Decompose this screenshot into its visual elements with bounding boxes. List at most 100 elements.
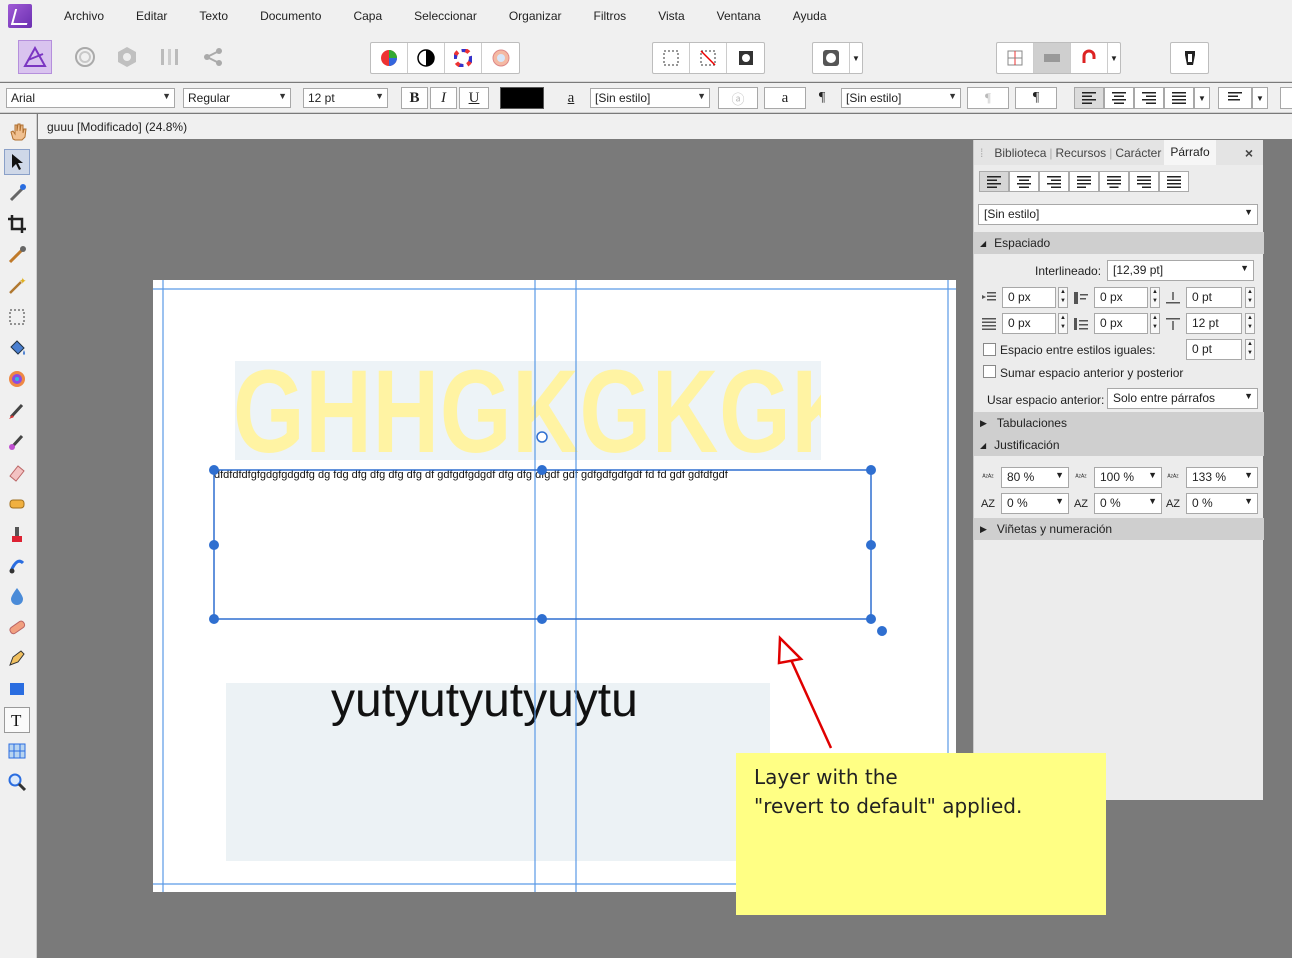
deselect-icon[interactable] — [690, 43, 727, 73]
snapping-magnet-icon[interactable] — [1071, 43, 1108, 73]
mesh-warp-tool-icon[interactable] — [4, 738, 30, 764]
crop-tool-icon[interactable] — [4, 211, 30, 237]
tab-biblioteca[interactable]: Biblioteca — [991, 146, 1049, 160]
left-indent-input[interactable]: 0 px — [1002, 287, 1056, 308]
space-before-input[interactable]: 0 pt — [1186, 287, 1242, 308]
menu-seleccionar[interactable]: Seleccionar — [398, 9, 493, 23]
right-indent-input[interactable]: 0 px — [1002, 313, 1056, 334]
para-justify-all-icon[interactable] — [1159, 171, 1189, 192]
move-tool-icon[interactable] — [4, 149, 30, 175]
force-pixel-icon[interactable] — [1034, 43, 1071, 73]
snapping-dropdown[interactable]: ▼ — [1108, 43, 1120, 73]
desired-word-spacing-select[interactable]: 100 % ▼ — [1094, 467, 1162, 488]
assistant-icon[interactable] — [1171, 43, 1208, 73]
invert-selection-icon[interactable] — [727, 43, 764, 73]
reset-character-style-button[interactable]: ⓐ — [718, 87, 758, 109]
align-left-button[interactable] — [1074, 87, 1104, 109]
heading-text-frame[interactable]: GHHGKGKGK — [235, 361, 821, 460]
menu-ventana[interactable]: Ventana — [701, 9, 777, 23]
last-line-indent-spinner[interactable]: ▲ ▼ — [1150, 313, 1160, 334]
same-style-spacing-input[interactable]: 0 pt — [1186, 339, 1242, 360]
underline-button[interactable]: U — [459, 87, 489, 109]
fill-tool-icon[interactable] — [4, 335, 30, 361]
quick-mask-icon[interactable] — [813, 43, 850, 73]
vertical-align-dropdown[interactable]: ▼ — [1252, 87, 1268, 109]
text-fill-swatch[interactable] — [500, 87, 544, 109]
selection-brush-tool-icon[interactable] — [4, 242, 30, 268]
paragraph-style-icon[interactable]: ¶ — [812, 87, 832, 109]
space-after-input[interactable]: 12 pt — [1186, 313, 1242, 334]
gradient-tool-icon[interactable] — [4, 366, 30, 392]
new-paragraph-style-button[interactable]: ¶ — [1015, 87, 1057, 109]
export-persona-icon[interactable] — [196, 40, 230, 74]
menu-editar[interactable]: Editar — [120, 9, 183, 23]
section-spacing[interactable]: ◢ Espaciado — [974, 232, 1264, 254]
paint-brush-tool-icon[interactable] — [4, 397, 30, 423]
blemish-tool-icon[interactable] — [4, 552, 30, 578]
leading-select[interactable]: [12,39 pt] ▼ — [1107, 260, 1254, 281]
color-picker-tool-icon[interactable] — [4, 180, 30, 206]
menu-ayuda[interactable]: Ayuda — [777, 9, 843, 23]
first-line-indent-spinner[interactable]: ▲ ▼ — [1150, 287, 1160, 308]
max-letter-spacing-select[interactable]: 0 % ▼ — [1186, 493, 1258, 514]
photo-persona-icon[interactable] — [18, 40, 52, 74]
menu-archivo[interactable]: Archivo — [48, 9, 120, 23]
para-align-center-icon[interactable] — [1009, 171, 1039, 192]
zoom-tool-icon[interactable] — [4, 769, 30, 795]
vertical-align-button[interactable] — [1218, 87, 1252, 109]
eraser-tool-icon[interactable] — [4, 459, 30, 485]
menu-capa[interactable]: Capa — [337, 9, 398, 23]
justify-button[interactable] — [1164, 87, 1194, 109]
justify-dropdown[interactable]: ▼ — [1194, 87, 1210, 109]
flood-select-tool-icon[interactable]: ✦ — [4, 273, 30, 299]
marquee-tool-icon[interactable] — [4, 304, 30, 330]
desired-letter-spacing-select[interactable]: 0 % ▼ — [1094, 493, 1162, 514]
section-bullets[interactable]: ▶ Viñetas y numeración — [974, 518, 1264, 540]
same-style-spacing-spinner[interactable]: ▲ ▼ — [1245, 339, 1255, 360]
menu-vista[interactable]: Vista — [642, 9, 700, 23]
para-align-right-icon[interactable] — [1039, 171, 1069, 192]
section-tabs[interactable]: ▶ Tabulaciones — [974, 412, 1264, 434]
italic-button[interactable]: I — [430, 87, 457, 109]
align-center-button[interactable] — [1104, 87, 1134, 109]
hsl-icon[interactable] — [445, 43, 482, 73]
close-icon[interactable]: × — [1245, 145, 1253, 161]
develop-persona-icon[interactable] — [110, 40, 144, 74]
dodge-tool-icon[interactable] — [4, 490, 30, 516]
font-style-select[interactable]: Regular ▼ — [183, 88, 291, 108]
quick-mask-dropdown[interactable]: ▼ — [850, 43, 862, 73]
marquee-select-icon[interactable] — [653, 43, 690, 73]
white-balance-icon[interactable] — [482, 43, 519, 73]
menu-texto[interactable]: Texto — [183, 9, 244, 23]
menu-organizar[interactable]: Organizar — [493, 9, 578, 23]
section-justification[interactable]: ◢ Justificación — [974, 434, 1264, 456]
max-word-spacing-select[interactable]: 133 % ▼ — [1186, 467, 1258, 488]
align-right-button[interactable] — [1134, 87, 1164, 109]
new-character-style-button[interactable]: a — [764, 87, 806, 109]
liquify-persona-icon[interactable] — [68, 40, 102, 74]
panel-grip-icon[interactable]: ⁞ — [980, 146, 983, 160]
menu-filtros[interactable]: Filtros — [578, 9, 643, 23]
para-align-left-icon[interactable] — [979, 171, 1009, 192]
space-after-spinner[interactable]: ▲ ▼ — [1245, 313, 1255, 334]
left-indent-spinner[interactable]: ▲ ▼ — [1058, 287, 1068, 308]
font-size-select[interactable]: 12 pt ▼ — [303, 88, 388, 108]
document-tab[interactable]: guuu [Modificado] (24.8%) — [38, 114, 1292, 139]
rectangle-tool-icon[interactable] — [4, 676, 30, 702]
artistic-text-tool-icon[interactable]: T — [4, 707, 30, 733]
para-justify-left-icon[interactable] — [1069, 171, 1099, 192]
min-word-spacing-select[interactable]: 80 % ▼ — [1001, 467, 1069, 488]
character-style-icon[interactable]: a — [560, 87, 582, 109]
same-style-spacing-checkbox[interactable] — [983, 343, 996, 356]
tab-caracter[interactable]: Carácter — [1112, 146, 1164, 160]
right-indent-spinner[interactable]: ▲ ▼ — [1058, 313, 1068, 334]
patch-tool-icon[interactable] — [4, 614, 30, 640]
last-line-indent-input[interactable]: 0 px — [1094, 313, 1148, 334]
space-before-spinner[interactable]: ▲ ▼ — [1245, 287, 1255, 308]
add-spacing-checkbox[interactable] — [983, 365, 996, 378]
hand-tool-icon[interactable] — [4, 118, 30, 144]
para-justify-right-icon[interactable] — [1129, 171, 1159, 192]
blur-tool-icon[interactable] — [4, 583, 30, 609]
paragraph-style-select[interactable]: [Sin estilo] ▼ — [841, 88, 961, 108]
bold-button[interactable]: B — [401, 87, 428, 109]
